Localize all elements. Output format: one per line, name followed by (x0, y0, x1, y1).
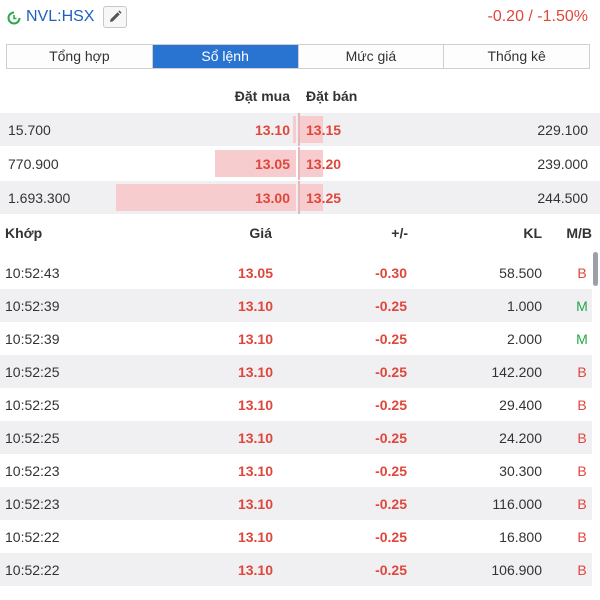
trade-time: 10:52:25 (5, 397, 60, 413)
trade-row[interactable]: 10:52:25 13.10 -0.25 29.400 B (0, 388, 592, 421)
spread-divider (298, 147, 300, 180)
orderbook-row[interactable]: 15.700 13.10 13.15 229.100 (0, 113, 600, 146)
col-change-header: +/- (391, 225, 408, 241)
tab-statistics[interactable]: Thống kê (443, 45, 589, 68)
trade-volume: 24.200 (499, 430, 542, 446)
bid-header: Đặt mua (234, 88, 290, 104)
trade-side: B (577, 463, 587, 479)
trade-time: 10:52:25 (5, 364, 60, 380)
ask-volume: 229.100 (537, 122, 588, 138)
trade-side: B (577, 529, 587, 545)
trade-change: -0.25 (375, 364, 407, 380)
tab-summary[interactable]: Tổng hợp (7, 45, 152, 68)
ask-price: 13.20 (306, 156, 342, 172)
bid-volume: 770.900 (8, 156, 59, 172)
trade-change: -0.25 (375, 562, 407, 578)
ticker-symbol[interactable]: NVL:HSX (26, 8, 94, 26)
pencil-icon (110, 10, 122, 22)
trade-change: -0.25 (375, 397, 407, 413)
trade-side: M (576, 298, 588, 314)
trade-price: 13.10 (237, 529, 273, 545)
bid-price: 13.00 (254, 190, 290, 206)
col-side-header: M/B (566, 225, 592, 241)
trade-time: 10:52:39 (5, 298, 60, 314)
trade-side: B (577, 496, 587, 512)
tab-order-book[interactable]: Sổ lệnh (151, 45, 298, 68)
trade-row[interactable]: 10:52:22 13.10 -0.25 16.800 B (0, 520, 592, 553)
trade-volume: 30.300 (499, 463, 542, 479)
spread-divider (298, 181, 300, 214)
trade-time: 10:52:39 (5, 331, 60, 347)
orderbook-row[interactable]: 770.900 13.05 13.20 239.000 (0, 147, 600, 180)
trade-price: 13.10 (237, 562, 273, 578)
ask-volume: 244.500 (537, 190, 588, 206)
trade-volume: 116.000 (492, 496, 542, 512)
trade-side: B (577, 397, 587, 413)
trade-volume: 106.900 (491, 562, 542, 578)
scrollbar[interactable] (592, 248, 600, 600)
trade-row[interactable]: 10:52:25 13.10 -0.25 142.200 B (0, 355, 592, 388)
header: NVL:HSX -0.20 / -1.50% (0, 0, 600, 36)
trade-row[interactable]: 10:52:43 13.05 -0.30 58.500 B (0, 256, 592, 289)
trade-row[interactable]: 10:52:25 13.10 -0.25 24.200 B (0, 421, 592, 454)
trade-time: 10:52:23 (5, 463, 60, 479)
trade-row[interactable]: 10:52:22 13.10 -0.25 106.900 B (0, 553, 592, 586)
tab-price-levels[interactable]: Mức giá (297, 45, 444, 68)
trade-price: 13.10 (237, 463, 273, 479)
trade-volume: 29.400 (499, 397, 542, 413)
trade-price: 13.10 (237, 331, 273, 347)
trade-side: B (577, 562, 587, 578)
trade-volume: 16.800 (499, 529, 542, 545)
col-volume-header: KL (523, 225, 542, 241)
trade-price: 13.10 (237, 397, 273, 413)
trade-change: -0.25 (375, 463, 407, 479)
trade-volume: 1.000 (506, 298, 542, 314)
trade-price: 13.10 (237, 298, 273, 314)
orderbook-row[interactable]: 1.693.300 13.00 13.25 244.500 (0, 181, 600, 214)
trade-change: -0.25 (375, 529, 407, 545)
trade-price: 13.10 (237, 430, 273, 446)
trade-time: 10:52:22 (5, 529, 60, 545)
price-change: -0.20 / -1.50% (487, 8, 589, 25)
trade-side: M (576, 331, 588, 347)
trade-change: -0.25 (375, 496, 407, 512)
trade-row[interactable]: 10:52:39 13.10 -0.25 2.000 M (0, 322, 592, 355)
bid-volume: 15.700 (8, 122, 51, 138)
trade-volume: 142.200 (491, 364, 542, 380)
trade-price: 13.10 (237, 364, 273, 380)
trade-side: B (577, 430, 587, 446)
bid-price: 13.10 (254, 122, 290, 138)
bid-volume: 1.693.300 (8, 190, 71, 206)
trade-row[interactable]: 10:52:23 13.10 -0.25 30.300 B (0, 454, 592, 487)
col-price-header: Giá (249, 225, 272, 241)
edit-symbol-button[interactable] (103, 6, 127, 28)
bid-price: 13.05 (254, 156, 290, 172)
trade-side: B (577, 265, 587, 281)
trade-change: -0.25 (375, 331, 407, 347)
spread-divider (298, 113, 300, 146)
trade-time: 10:52:43 (5, 265, 60, 281)
ask-header: Đặt bán (306, 88, 358, 104)
trade-volume: 58.500 (499, 265, 542, 281)
ask-price: 13.15 (306, 122, 342, 138)
trade-time: 10:52:23 (5, 496, 60, 512)
scroll-thumb[interactable] (593, 252, 598, 286)
realtime-clock-icon (7, 11, 21, 25)
trade-price: 13.05 (237, 265, 273, 281)
trade-change: -0.30 (375, 265, 407, 281)
trade-volume: 2.000 (506, 331, 542, 347)
ask-price: 13.25 (306, 190, 342, 206)
trade-change: -0.25 (375, 430, 407, 446)
trade-price: 13.10 (237, 496, 273, 512)
trade-change: -0.25 (375, 298, 407, 314)
trade-row[interactable]: 10:52:39 13.10 -0.25 1.000 M (0, 289, 592, 322)
trade-row[interactable]: 10:52:23 13.10 -0.25 116.000 B (0, 487, 592, 520)
col-time-header: Khớp (5, 225, 43, 241)
bid-depth-bar (293, 116, 296, 143)
trade-time: 10:52:22 (5, 562, 60, 578)
tab-bar: Tổng hợp Sổ lệnh Mức giá Thống kê (6, 44, 590, 69)
ask-volume: 239.000 (537, 156, 588, 172)
trade-side: B (577, 364, 587, 380)
trade-time: 10:52:25 (5, 430, 60, 446)
